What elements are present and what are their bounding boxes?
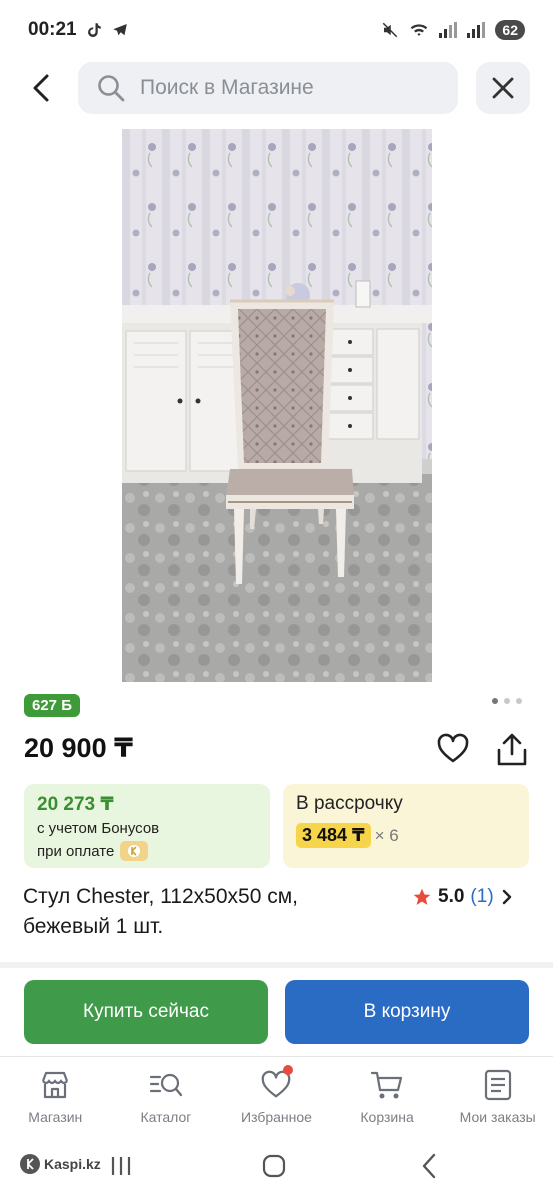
- product-price: 20 900 ₸: [24, 733, 133, 763]
- rating-value: 5.0: [438, 886, 465, 907]
- cart-icon: [370, 1071, 403, 1099]
- installment-card[interactable]: В рассрочку 3 484 ₸ × 6: [283, 784, 529, 868]
- share-button[interactable]: [495, 732, 529, 768]
- nav-label-favorites: Избранное: [241, 1109, 312, 1125]
- nav-item-catalog[interactable]: Каталог: [111, 1057, 222, 1136]
- bottom-nav: Магазин Каталог Избранное Корзина Мои за…: [0, 1056, 553, 1136]
- chevron-left-icon: [33, 74, 49, 102]
- nav-item-shop[interactable]: Магазин: [0, 1057, 111, 1136]
- action-bar: Купить сейчас В корзину: [0, 980, 553, 1046]
- status-left: 00:21: [28, 19, 129, 41]
- product-title: Стул Chester, 112x50x50 см, бежевый 1 шт…: [23, 885, 298, 938]
- bonus-price-amount: 20 273 ₸: [37, 794, 114, 815]
- orders-icon: [484, 1069, 511, 1101]
- status-time: 00:21: [28, 19, 77, 40]
- nav-label-cart: Корзина: [360, 1109, 414, 1125]
- favorite-button[interactable]: [436, 732, 470, 766]
- kaspi-pay-icon: [120, 841, 149, 861]
- nav-item-orders[interactable]: Мои заказы: [442, 1057, 553, 1136]
- wifi-icon: [411, 24, 428, 36]
- carousel-dots: [492, 698, 522, 704]
- catalog-search-icon: [149, 1073, 183, 1097]
- chevron-right-icon: [502, 889, 511, 905]
- installment-amount: 3 484 ₸: [296, 823, 371, 848]
- close-icon: [492, 77, 514, 99]
- share-icon: [497, 733, 527, 766]
- recent-apps-button[interactable]: [110, 1154, 132, 1183]
- star-icon: [413, 888, 431, 905]
- signal-icon: [439, 22, 458, 38]
- kaspi-pay-icon-glyph: [128, 845, 141, 857]
- kaspi-logo-icon: [20, 1154, 40, 1174]
- bonus-price-line2: при оплате: [37, 841, 257, 861]
- kaspi-logo-glyph: [27, 1158, 34, 1170]
- bonus-price-text1: с учетом Бонусов: [37, 820, 160, 837]
- telegram-icon: [112, 24, 127, 36]
- installment-multiplier: × 6: [374, 825, 399, 845]
- system-nav: Kaspi.kz: [0, 1140, 553, 1200]
- recent-apps-icon: [111, 1157, 131, 1175]
- search-row: Поиск в Магазине: [0, 62, 553, 114]
- search-icon: [98, 75, 125, 102]
- status-right: 62: [381, 20, 525, 40]
- installment-title: В рассрочку: [296, 793, 403, 814]
- nav-label-shop: Магазин: [28, 1109, 83, 1125]
- carousel-dot: [492, 698, 498, 704]
- signal-2-icon: [467, 22, 486, 38]
- nav-item-cart[interactable]: Корзина: [332, 1057, 443, 1136]
- carousel-dot: [516, 698, 522, 704]
- tiktok-icon: [87, 23, 101, 38]
- search-input[interactable]: Поиск в Магазине: [78, 62, 458, 114]
- mute-icon: [383, 22, 398, 38]
- bonus-price-text2: при оплате: [37, 842, 115, 860]
- bonus-price-card[interactable]: 20 273 ₸ с учетом Бонусов при оплате: [24, 784, 270, 868]
- kaspi-logo: Kaspi.kz: [20, 1154, 101, 1174]
- bonus-price-line1: с учетом Бонусов: [37, 820, 257, 837]
- home-icon: [262, 1154, 286, 1178]
- installment-row: 3 484 ₸ × 6: [296, 823, 516, 848]
- close-button[interactable]: [476, 62, 530, 114]
- back-button[interactable]: [22, 68, 62, 108]
- battery-indicator: 62: [495, 20, 525, 40]
- bonus-points-badge: 627 Б: [24, 694, 80, 717]
- product-rating[interactable]: 5.0 (1): [412, 886, 514, 908]
- system-back-button[interactable]: [418, 1152, 440, 1185]
- nav-label-orders: Мои заказы: [459, 1109, 536, 1125]
- shop-icon: [42, 1071, 69, 1099]
- chevron-left-icon: [422, 1153, 436, 1179]
- carousel-dot: [504, 698, 510, 704]
- nav-item-favorites[interactable]: Избранное: [221, 1057, 332, 1136]
- product-image[interactable]: [122, 129, 432, 682]
- nav-label-catalog: Каталог: [140, 1109, 192, 1125]
- product-photo: [122, 129, 432, 682]
- divider: [0, 962, 553, 968]
- rating-count[interactable]: (1): [470, 886, 493, 908]
- add-to-cart-button[interactable]: В корзину: [285, 980, 529, 1044]
- home-button[interactable]: [261, 1153, 287, 1184]
- buy-now-button[interactable]: Купить сейчас: [24, 980, 268, 1044]
- search-placeholder: Поиск в Магазине: [140, 76, 314, 99]
- status-bar: 00:21 62: [0, 0, 553, 60]
- kaspi-brand: Kaspi.kz: [44, 1156, 101, 1172]
- heart-icon: [437, 733, 469, 763]
